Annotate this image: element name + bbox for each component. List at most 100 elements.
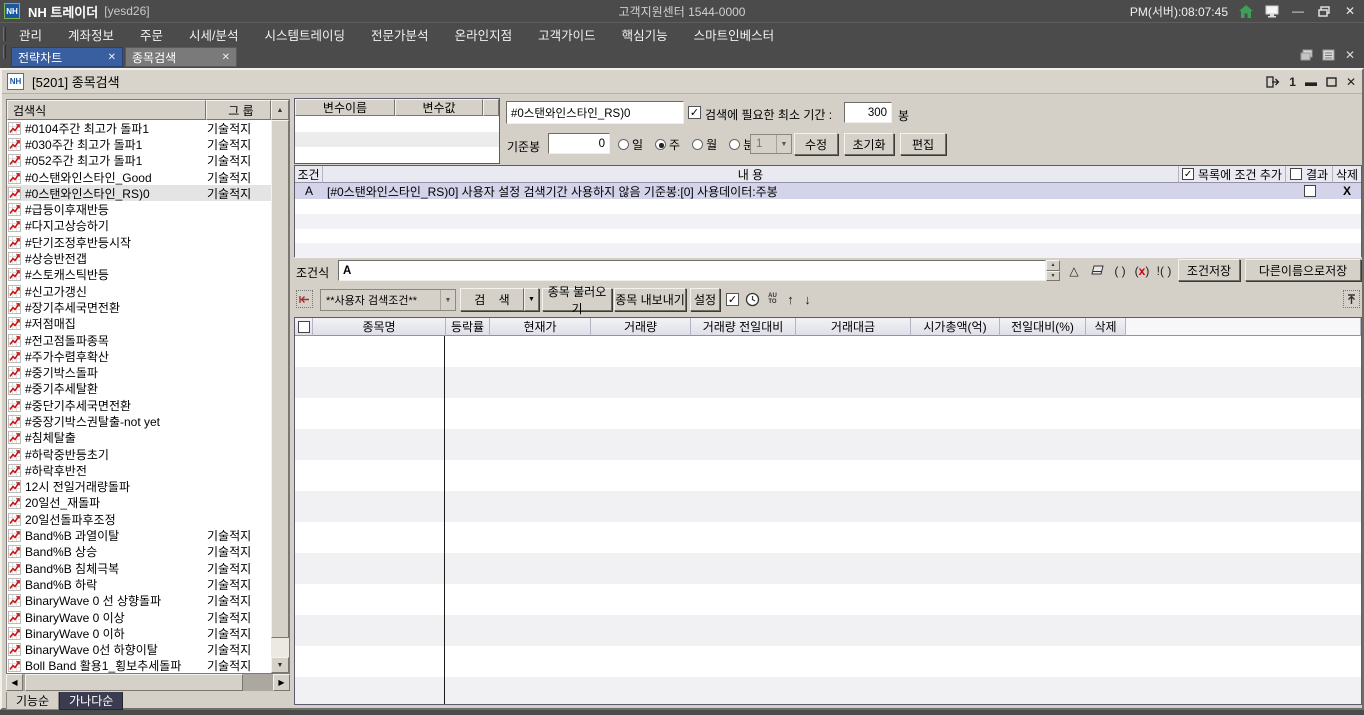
edit-button[interactable]: 편집 bbox=[900, 133, 946, 155]
window-list-icon[interactable] bbox=[1320, 48, 1336, 62]
realtime-checkbox-icon[interactable]: ✓ bbox=[724, 290, 741, 308]
variable-row[interactable] bbox=[295, 132, 499, 148]
menu-item-2[interactable]: 주문 bbox=[127, 25, 176, 44]
export-stocks-button[interactable]: 종목 내보내기 bbox=[614, 288, 686, 311]
results-column-header-1[interactable]: 등락률 bbox=[446, 318, 490, 336]
search-expression-item[interactable]: Band%B 침체극복기술적지 bbox=[7, 560, 271, 576]
preset-dropdown[interactable]: **사용자 검색조건** ▼ bbox=[320, 289, 456, 311]
search-expression-item[interactable]: #0스탠와인스타인_Good기술적지 bbox=[7, 169, 271, 185]
search-expression-item[interactable]: #0104주간 최고가 돌파1기술적지 bbox=[7, 120, 271, 136]
search-expression-item[interactable]: #단기조정후반등시작 bbox=[7, 234, 271, 250]
min-period-input[interactable] bbox=[844, 102, 892, 123]
select-all-checkbox-header[interactable] bbox=[295, 318, 313, 336]
variable-column-header-0[interactable]: 변수이름 bbox=[295, 99, 395, 116]
tab-close-icon[interactable]: ✕ bbox=[108, 52, 116, 63]
menu-item-0[interactable]: 관리 bbox=[6, 25, 55, 44]
restore-icon[interactable] bbox=[1316, 4, 1332, 18]
eraser-icon[interactable] bbox=[1087, 261, 1107, 280]
expression-input[interactable] bbox=[338, 260, 1046, 281]
search-expression-item[interactable]: #침체탈출 bbox=[7, 430, 271, 446]
triangle-tool-icon[interactable]: △ bbox=[1064, 261, 1084, 280]
search-expression-item[interactable]: #상승반전갭 bbox=[7, 250, 271, 266]
search-expression-item[interactable]: #하락후반전 bbox=[7, 462, 271, 478]
search-expression-item[interactable]: 12시 전일거래량돌파 bbox=[7, 479, 271, 495]
close-all-icon[interactable]: ✕ bbox=[1342, 48, 1358, 62]
search-expression-item[interactable]: #052주간 최고가 돌파1기술적지 bbox=[7, 153, 271, 169]
minimize-icon[interactable]: — bbox=[1290, 4, 1306, 18]
variable-column-header-1[interactable]: 변수값 bbox=[395, 99, 483, 116]
clock-icon[interactable] bbox=[744, 290, 761, 308]
results-column-header-8[interactable]: 삭제 bbox=[1086, 318, 1126, 336]
insert-to-list-icon[interactable] bbox=[296, 290, 313, 308]
search-expression-item[interactable]: Band%B 과열이탈기술적지 bbox=[7, 527, 271, 543]
save-as-button[interactable]: 다른이름으로저장 bbox=[1245, 259, 1361, 281]
search-expression-item[interactable]: BinaryWave 0 이상기술적지 bbox=[7, 609, 271, 625]
parentheses-icon[interactable]: ( ) bbox=[1110, 261, 1130, 280]
menu-item-8[interactable]: 핵심기능 bbox=[609, 25, 681, 44]
sort-tab-0[interactable]: 기능순 bbox=[6, 692, 59, 710]
window-maximize-icon[interactable] bbox=[1326, 77, 1337, 87]
send-to-top-icon[interactable] bbox=[1343, 290, 1360, 308]
results-column-header-7[interactable]: 전일대비(%) bbox=[1000, 318, 1086, 336]
search-expression-item[interactable]: #하락중반등초기 bbox=[7, 446, 271, 462]
remove-parentheses-icon[interactable]: (x) bbox=[1132, 261, 1152, 280]
screen-tab-1[interactable]: 종목검색✕ bbox=[125, 47, 237, 67]
tab-close-icon[interactable]: ✕ bbox=[222, 52, 230, 63]
home-icon[interactable] bbox=[1238, 4, 1254, 18]
search-options-arrow[interactable]: ▼ bbox=[524, 288, 539, 311]
cascade-windows-icon[interactable] bbox=[1298, 48, 1314, 62]
search-expression-item[interactable]: #급등이후재반등 bbox=[7, 201, 271, 217]
search-expression-item[interactable]: #중장기박스권탈출-not yet bbox=[7, 413, 271, 429]
menu-item-6[interactable]: 온라인지점 bbox=[442, 25, 526, 44]
screen-tab-0[interactable]: 전략차트✕ bbox=[11, 47, 123, 67]
add-to-list-checkbox[interactable]: ✓ bbox=[1182, 168, 1194, 180]
search-expression-item[interactable]: #저점매집 bbox=[7, 316, 271, 332]
save-condition-button[interactable]: 조건저장 bbox=[1178, 259, 1240, 281]
scroll-up-icon[interactable]: ▲ bbox=[271, 100, 289, 120]
settings-button[interactable]: 설정 bbox=[690, 288, 720, 311]
expression-name-input[interactable] bbox=[506, 101, 684, 124]
results-column-header-5[interactable]: 거래대금 bbox=[796, 318, 911, 336]
condition-row[interactable]: A[#0스탠와인스타인_RS)0] 사용자 설정 검색기간 사용하지 않음 기준… bbox=[295, 183, 1361, 199]
search-expression-item[interactable]: #전고점돌파종목 bbox=[7, 332, 271, 348]
results-column-header-6[interactable]: 시가총액(억) bbox=[911, 318, 1000, 336]
variable-row[interactable] bbox=[295, 147, 499, 163]
search-expression-item[interactable]: Band%B 상승기술적지 bbox=[7, 544, 271, 560]
period-radio-주[interactable]: 주 bbox=[655, 136, 680, 153]
search-expression-item[interactable]: #중단기추세국면전환 bbox=[7, 397, 271, 413]
column-header-add-to-list[interactable]: ✓ 목록에 조건 추가 bbox=[1179, 166, 1286, 183]
results-column-header-4[interactable]: 거래량 전일대비 bbox=[691, 318, 796, 336]
delete-condition-button[interactable]: X bbox=[1333, 184, 1361, 198]
search-expression-item[interactable]: Band%B 하락기술적지 bbox=[7, 576, 271, 592]
move-up-icon[interactable]: ↑ bbox=[782, 290, 799, 308]
screen-number-badge[interactable]: 1 bbox=[1289, 75, 1296, 89]
horizontal-scrollbar[interactable]: ◀ ▶ bbox=[6, 674, 290, 691]
scroll-down-icon[interactable]: ▼ bbox=[271, 657, 289, 673]
scroll-left-icon[interactable]: ◀ bbox=[6, 674, 23, 691]
search-expression-item[interactable]: BinaryWave 0선 하향이탈기술적지 bbox=[7, 642, 271, 658]
search-expression-item[interactable]: #주가수렴후확산 bbox=[7, 348, 271, 364]
window-close-icon[interactable]: ✕ bbox=[1346, 75, 1356, 89]
search-expression-item[interactable]: #0스탠와인스타인_RS)0기술적지 bbox=[7, 185, 271, 201]
scroll-right-icon[interactable]: ▶ bbox=[273, 674, 290, 691]
search-expression-item[interactable]: BinaryWave 0 선 상향돌파기술적지 bbox=[7, 593, 271, 609]
min-period-checkbox[interactable]: ✓ bbox=[688, 106, 701, 119]
column-header-expression[interactable]: 검색식 bbox=[7, 100, 206, 120]
search-expression-item[interactable]: #스토캐스틱반등 bbox=[7, 267, 271, 283]
screen-detach-icon[interactable] bbox=[1266, 76, 1280, 88]
search-expression-item[interactable]: #신고가갱신 bbox=[7, 283, 271, 299]
menu-item-9[interactable]: 스마트인베스터 bbox=[681, 25, 788, 44]
base-bar-input[interactable] bbox=[548, 133, 610, 154]
results-column-header-2[interactable]: 현재가 bbox=[490, 318, 591, 336]
search-button[interactable]: 검 색 bbox=[460, 288, 524, 311]
variable-row[interactable] bbox=[295, 116, 499, 132]
menu-item-4[interactable]: 시스템트레이딩 bbox=[252, 25, 359, 44]
results-column-header-0[interactable]: 종목명 bbox=[313, 318, 446, 336]
sort-tab-1[interactable]: 가나다순 bbox=[59, 692, 123, 710]
close-icon[interactable]: ✕ bbox=[1342, 4, 1358, 18]
minute-dropdown[interactable]: 1 ▼ bbox=[750, 134, 792, 154]
column-header-group[interactable]: 그 룹 bbox=[206, 100, 271, 120]
move-down-icon[interactable]: ↓ bbox=[799, 290, 816, 308]
menu-item-1[interactable]: 계좌정보 bbox=[55, 25, 127, 44]
select-all-checkbox[interactable] bbox=[298, 321, 310, 333]
